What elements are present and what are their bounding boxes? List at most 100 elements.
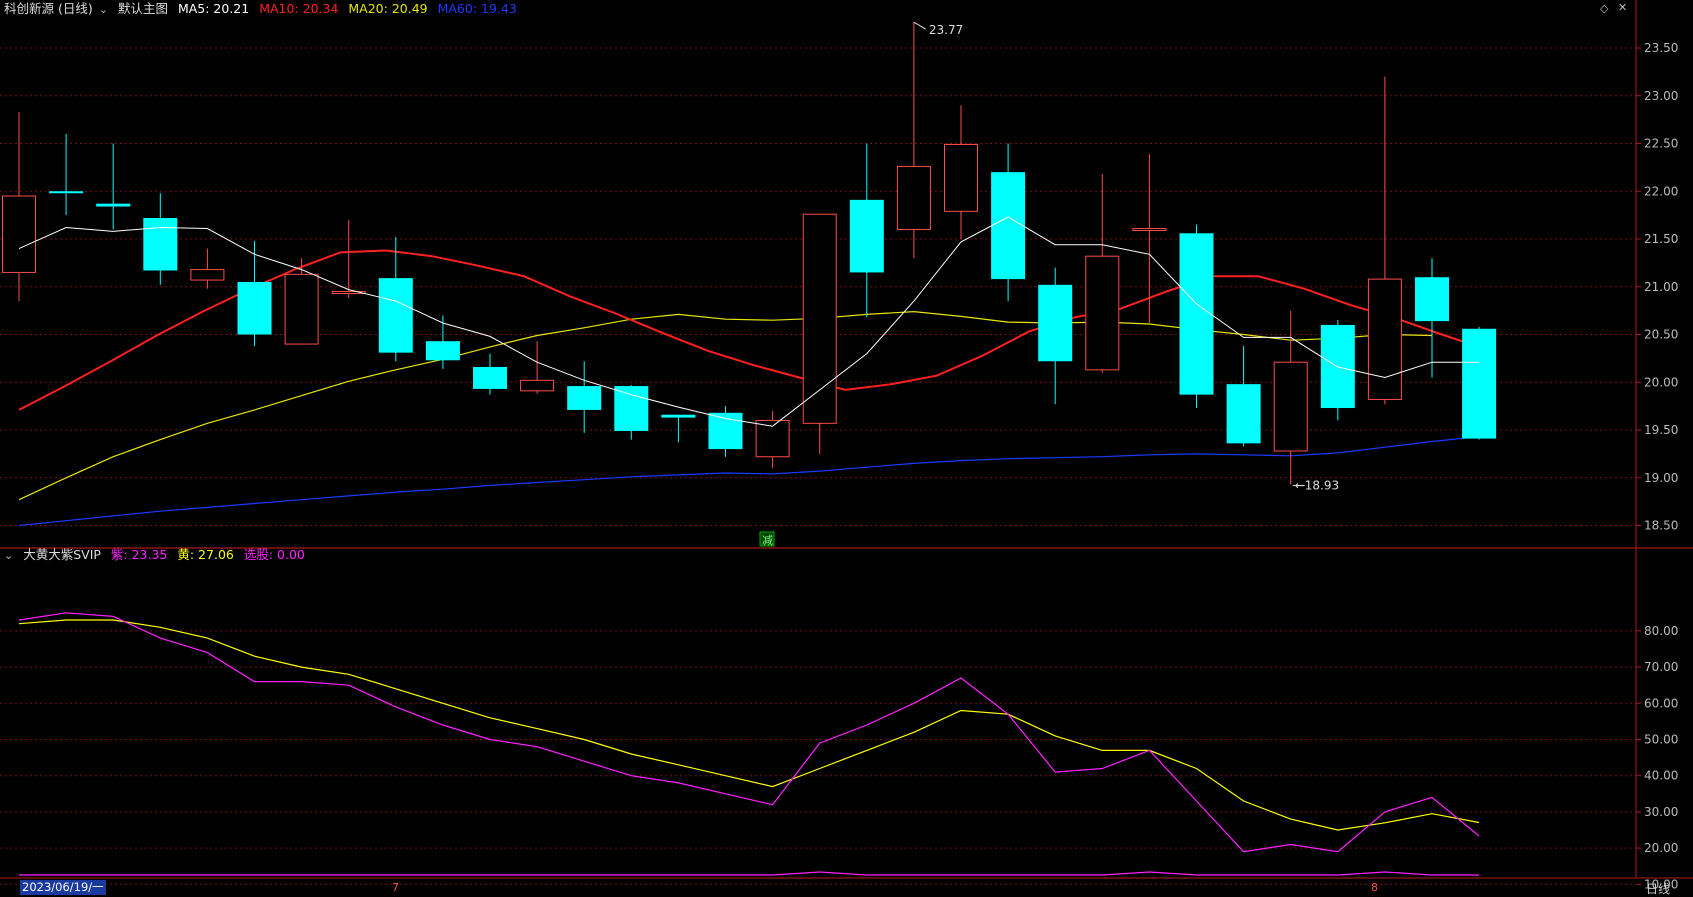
candle (520, 341, 555, 394)
indicator-header: ⌄ 大黄大紫SVIP 紫: 23.35 黄: 27.06 选股: 0.00 (4, 546, 311, 564)
candle (755, 410, 790, 469)
candle (1367, 76, 1402, 405)
price-tick-label: 21.50 (1644, 232, 1678, 246)
high-marker-arrow (913, 21, 927, 30)
candle-body (896, 165, 931, 230)
month-8-label: 8 (1371, 881, 1378, 894)
stock-title[interactable]: 科创新源 (日线) (4, 1, 93, 16)
candle-body (190, 269, 225, 281)
candle (896, 22, 931, 259)
candle (96, 143, 131, 230)
price-tick-label: 22.00 (1644, 184, 1678, 198)
price-tick-label: 19.50 (1644, 423, 1678, 437)
ma20-line (18, 310, 1433, 501)
xuangu-legend: 选股: 0.00 (243, 547, 305, 562)
high-label: 23.77 (929, 23, 963, 37)
candle-body (284, 273, 319, 345)
month-7-label: 7 (392, 881, 399, 894)
period-label[interactable]: 日线 (1646, 880, 1670, 897)
candle (991, 143, 1026, 302)
candle (1179, 224, 1214, 409)
candle (49, 133, 84, 216)
candle-body (1462, 328, 1497, 439)
indicator-tick-label: 60.00 (1644, 696, 1678, 710)
close-icon[interactable]: ✕ (1618, 1, 1627, 14)
indicator-tick-label: 20.00 (1644, 841, 1678, 855)
indicator-name[interactable]: 大黄大紫SVIP (23, 547, 101, 562)
chevron-down-icon[interactable]: ⌄ (4, 549, 13, 562)
jian-marker-label: 减 (762, 534, 773, 547)
candle (190, 248, 225, 289)
candle (944, 105, 978, 239)
candle-body (802, 213, 837, 424)
candle (143, 193, 178, 285)
candle-body (96, 203, 131, 207)
candle (567, 361, 602, 433)
candle (473, 353, 507, 395)
candle-body (849, 199, 884, 273)
diamond-icon[interactable]: ◇ (1600, 2, 1608, 15)
candle (1085, 174, 1120, 373)
main-chart-header: 科创新源 (日线) ⌄ 默认主图 MA5: 20.21 MA10: 20.34 M… (4, 0, 523, 18)
price-tick-label: 23.00 (1644, 89, 1678, 103)
start-date-label: 2023/06/19/一 (20, 880, 106, 895)
candle (1462, 326, 1497, 440)
candle-body (425, 341, 460, 361)
candle (237, 240, 272, 346)
candle-body (237, 281, 272, 335)
candle-body (49, 191, 84, 194)
candle (708, 406, 743, 457)
candle-body (1179, 233, 1214, 395)
candle (1320, 320, 1355, 421)
ma10-legend: MA10: 20.34 (259, 1, 339, 16)
candle-body (661, 414, 696, 418)
candle-body (1367, 278, 1402, 400)
candle (614, 385, 649, 440)
candle-body (520, 379, 555, 392)
indicator-tick-label: 80.00 (1644, 624, 1678, 638)
price-tick-label: 22.50 (1644, 137, 1678, 151)
candle (1415, 258, 1449, 378)
candle-body (567, 386, 602, 410)
candle-body (1038, 284, 1073, 362)
candle-body (1085, 255, 1120, 371)
price-tick-label: 20.50 (1644, 328, 1678, 342)
price-tick-label: 23.50 (1644, 41, 1678, 55)
candle (849, 143, 884, 318)
candle-body (143, 217, 178, 271)
candle-body (1132, 227, 1167, 231)
candle (1038, 267, 1073, 405)
candle-body (378, 278, 413, 353)
chart-canvas: 18.50 19.00 19.50 20.00 20.50 21.00 21.50 22.00… (0, 0, 1693, 891)
candle (1226, 345, 1261, 447)
candle (2, 111, 36, 302)
ma20-legend: MA20: 20.49 (348, 1, 428, 16)
indicator-tick-label: 70.00 (1644, 660, 1678, 674)
indicator-tick-label: 30.00 (1644, 805, 1678, 819)
zi-line (18, 612, 1480, 853)
candle-body (2, 195, 36, 273)
indicator-tick-label: 50.00 (1644, 733, 1678, 747)
price-tick-label: 20.00 (1644, 375, 1678, 389)
price-tick-label: 18.50 (1644, 519, 1678, 533)
candle-body (614, 386, 649, 431)
candle (661, 414, 696, 443)
candle (802, 213, 837, 454)
candle-body (1273, 361, 1308, 452)
xuangu-line (19, 871, 1480, 876)
candle-body (473, 366, 507, 389)
huang-line (18, 619, 1480, 831)
main-chart-label[interactable]: 默认主图 (118, 1, 168, 16)
candle-body (991, 172, 1026, 280)
low-label: ←18.93 (1295, 478, 1339, 492)
candle-body (944, 143, 978, 212)
price-tick-label: 19.00 (1644, 471, 1678, 485)
indicator-tick-label: 40.00 (1644, 769, 1678, 783)
chevron-down-icon[interactable]: ⌄ (99, 3, 108, 16)
ma60-line (18, 436, 1480, 527)
price-tick-label: 21.00 (1644, 280, 1678, 294)
candle (1273, 310, 1308, 485)
ma5-legend: MA5: 20.21 (177, 1, 250, 16)
candle (378, 237, 413, 362)
zi-legend: 紫: 23.35 (110, 547, 168, 562)
